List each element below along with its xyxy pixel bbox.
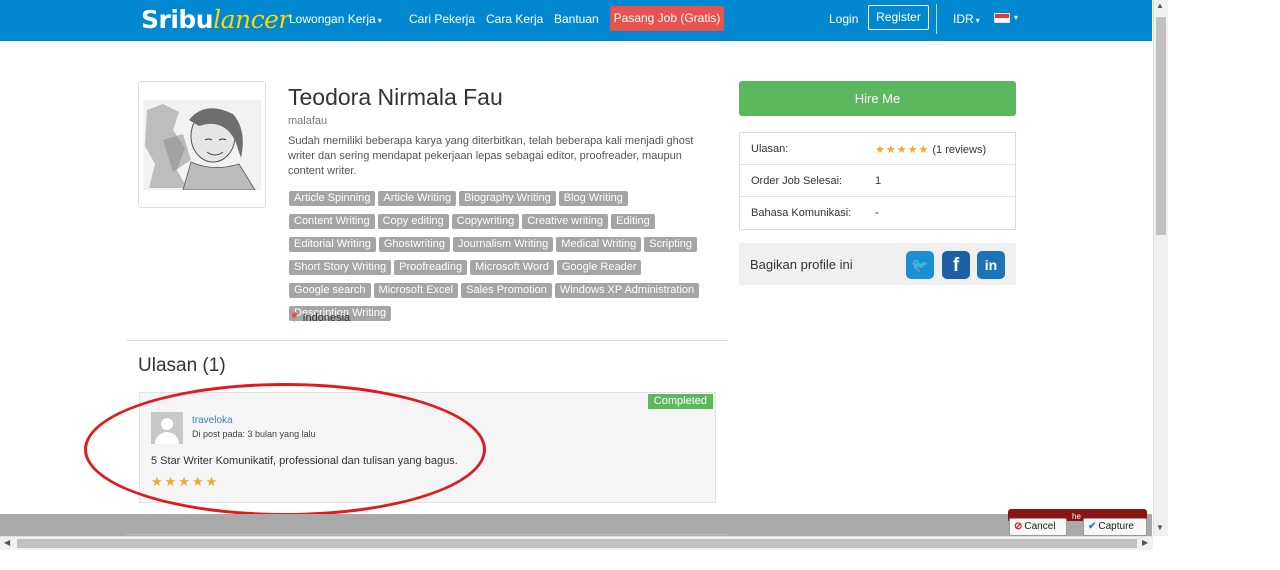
- page: Sribulancer Lowongan Kerja ▾ Cari Pekerja…: [0, 0, 1280, 570]
- stats-row-bahasa: Bahasa Komunikasi: -: [740, 197, 1015, 229]
- bottom-gray-bar: [0, 514, 1152, 536]
- scroll-up-arrow-icon[interactable]: ▲: [1156, 1, 1164, 10]
- currency-label: IDR: [953, 12, 974, 26]
- cancel-label: Cancel: [1024, 521, 1056, 532]
- skill-tags: Article Spinning Article Writing Biography…: [289, 188, 709, 326]
- completed-badge: Completed: [647, 394, 713, 409]
- review-stars: ★★★★★: [151, 474, 220, 489]
- location-text: Indonesia: [302, 312, 351, 324]
- skill-tag[interactable]: Creative writing: [522, 214, 609, 229]
- skill-tag[interactable]: Article Spinning: [289, 191, 376, 206]
- review-count: (1 reviews): [932, 144, 987, 156]
- logo-text-lancer: lancer: [213, 5, 290, 34]
- nav-divider: [936, 4, 937, 34]
- top-navbar: Sribulancer Lowongan Kerja ▾ Cari Pekerja…: [0, 0, 1152, 41]
- rating-stars: ★★★★★: [875, 144, 930, 156]
- skill-tag[interactable]: Proofreading: [394, 260, 468, 275]
- stats-row-ulasan: Ulasan: ★★★★★ (1 reviews): [740, 133, 1015, 165]
- divider: [126, 534, 728, 535]
- skill-tag[interactable]: Editing: [611, 214, 655, 229]
- stats-label-ulasan: Ulasan:: [751, 143, 789, 155]
- post-job-button[interactable]: Pasang Job (Gratis): [610, 6, 724, 31]
- chevron-down-icon: ▾: [377, 16, 382, 25]
- skill-tag[interactable]: Microsoft Excel: [373, 283, 459, 298]
- linkedin-icon[interactable]: in: [977, 251, 1005, 279]
- scroll-right-arrow-icon[interactable]: ▶: [1142, 538, 1148, 547]
- stats-value-ulasan: ★★★★★ (1 reviews): [875, 143, 986, 156]
- profile-photo: [143, 100, 261, 190]
- share-label: Bagikan profile ini: [750, 257, 853, 272]
- cancel-button[interactable]: ⊘ Cancel: [1009, 518, 1067, 536]
- skill-tag[interactable]: Microsoft Word: [470, 260, 554, 275]
- review-text: 5 Star Writer Komunikatif, professional …: [151, 455, 458, 467]
- profile-bio: Sudah memiliki beberapa karya yang diter…: [288, 135, 694, 177]
- profile-name: Teodora Nirmala Fau: [288, 84, 503, 110]
- skill-tag[interactable]: Journalism Writing: [452, 237, 554, 252]
- skill-tag[interactable]: Copy editing: [377, 214, 449, 229]
- stats-row-order: Order Job Selesai: 1: [740, 165, 1015, 197]
- reviews-heading: Ulasan (1): [138, 355, 226, 376]
- scroll-left-arrow-icon[interactable]: ◀: [4, 538, 10, 547]
- stats-value-order: 1: [875, 175, 882, 187]
- skill-tag[interactable]: Editorial Writing: [289, 237, 376, 252]
- nav-cara-kerja[interactable]: Cara Kerja: [486, 12, 543, 26]
- cancel-icon: ⊘: [1014, 521, 1023, 532]
- capture-button[interactable]: ✔ Capture: [1083, 518, 1147, 536]
- skill-tag[interactable]: Scripting: [644, 237, 698, 252]
- skill-tag[interactable]: Article Writing: [378, 191, 457, 206]
- skill-tag[interactable]: Sales Promotion: [461, 283, 552, 298]
- reviewer-avatar: [151, 412, 183, 444]
- skill-tag[interactable]: Windows XP Administration: [554, 283, 700, 298]
- nav-cari-pekerja[interactable]: Cari Pekerja: [409, 12, 475, 26]
- skill-tag[interactable]: Google Reader: [556, 260, 642, 275]
- scroll-down-arrow-icon[interactable]: ▼: [1156, 523, 1164, 532]
- chevron-down-icon: ▾: [975, 16, 980, 25]
- chevron-down-icon[interactable]: ▾: [1014, 13, 1018, 22]
- register-button[interactable]: Register: [868, 5, 929, 30]
- reviewer-name-link[interactable]: traveloka: [192, 415, 233, 426]
- review-date: Di post pada: 3 bulan yang lalu: [192, 429, 316, 439]
- extension-banner-text: he: [1072, 512, 1081, 521]
- profile-stats-table: Ulasan: ★★★★★ (1 reviews) Order Job Sele…: [739, 132, 1016, 230]
- skill-tag[interactable]: Short Story Writing: [289, 260, 392, 275]
- share-profile-box: Bagikan profile ini 🐦 f in: [739, 243, 1016, 285]
- profile-avatar: [138, 81, 266, 208]
- indonesia-flag-icon[interactable]: [994, 13, 1010, 23]
- divider: [126, 340, 728, 341]
- capture-label: Capture: [1098, 521, 1134, 532]
- skill-tag[interactable]: Content Writing: [289, 214, 375, 229]
- stats-label-order: Order Job Selesai:: [751, 175, 843, 187]
- stats-value-bahasa: -: [875, 207, 879, 219]
- twitter-icon[interactable]: 🐦: [906, 251, 934, 279]
- sribulancer-logo[interactable]: Sribulancer: [141, 5, 290, 34]
- facebook-icon[interactable]: f: [942, 251, 970, 279]
- horizontal-scroll-thumb[interactable]: [17, 539, 1137, 548]
- nav-login[interactable]: Login: [829, 12, 858, 26]
- skill-tag[interactable]: Ghostwriting: [378, 237, 450, 252]
- checkmark-icon: ✔: [1088, 521, 1097, 532]
- vertical-scroll-thumb[interactable]: [1156, 17, 1166, 235]
- map-marker-icon: 📍: [288, 313, 301, 324]
- hire-me-button[interactable]: Hire Me: [739, 81, 1016, 116]
- skill-tag[interactable]: Blog Writing: [558, 191, 628, 206]
- profile-username: malafau: [288, 115, 328, 127]
- skill-tag[interactable]: Copywriting: [451, 214, 520, 229]
- nav-bantuan[interactable]: Bantuan: [554, 12, 599, 26]
- stats-label-bahasa: Bahasa Komunikasi:: [751, 207, 852, 219]
- profile-location: 📍 Indonesia: [288, 312, 350, 324]
- review-card: Completed traveloka Di post pada: 3 bula…: [139, 392, 716, 503]
- nav-lowongan-kerja[interactable]: Lowongan Kerja ▾: [289, 12, 382, 26]
- nav-lowongan-label: Lowongan Kerja: [289, 12, 376, 26]
- logo-text-sribu: Sribu: [141, 5, 214, 34]
- skill-tag[interactable]: Google search: [289, 283, 371, 298]
- skill-tag[interactable]: Medical Writing: [556, 237, 642, 252]
- skill-tag[interactable]: Biography Writing: [459, 191, 556, 206]
- currency-dropdown[interactable]: IDR ▾: [953, 12, 980, 26]
